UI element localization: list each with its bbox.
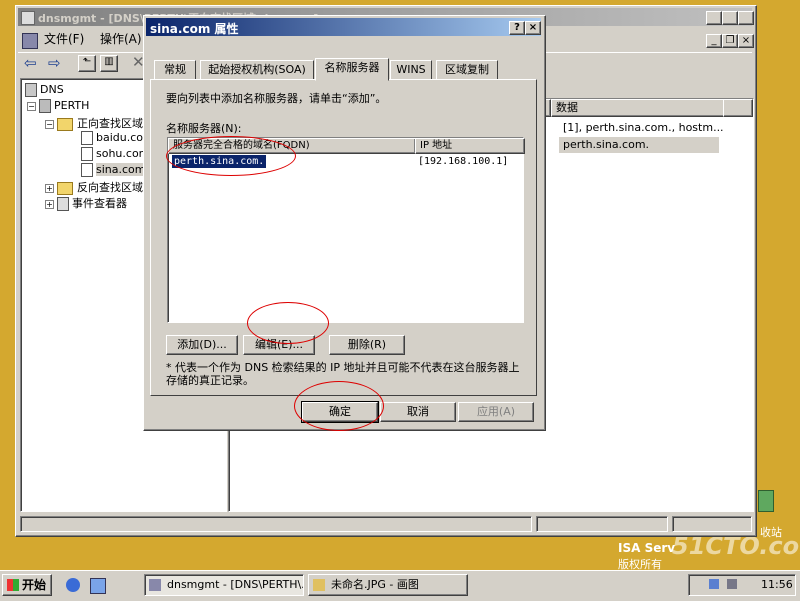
list-row[interactable]: [1], perth.sina.com., hostm... <box>563 121 724 134</box>
tab-wins[interactable]: WINS <box>390 60 432 80</box>
volume-tray-icon[interactable] <box>727 579 737 589</box>
column-header-data[interactable]: 数据 <box>551 99 725 117</box>
isa-server-text: ISA Serv <box>618 541 676 555</box>
windows-logo-icon <box>7 579 19 591</box>
child-minimize-icon[interactable]: _ <box>706 34 722 48</box>
tab-name-servers[interactable]: 名称服务器 <box>315 58 389 81</box>
apply-button[interactable]: 应用(A) <box>458 402 534 422</box>
instruction-text: 要向列表中添加名称服务器，请单击“添加”。 <box>166 92 387 105</box>
tree-item-forward-zones[interactable]: − 正向查找区域 <box>45 115 143 131</box>
folder-icon <box>57 117 73 131</box>
status-panel <box>672 516 752 532</box>
tree-item-sina[interactable]: sina.com <box>81 163 146 177</box>
tab-zone-transfers[interactable]: 区域复制 <box>436 60 498 80</box>
start-label: 开始 <box>22 578 47 592</box>
annotation-circle-fqdn <box>166 136 296 176</box>
child-close-icon[interactable]: × <box>738 34 754 48</box>
paint-task-icon <box>313 579 325 591</box>
column-header-ip[interactable]: IP 地址 <box>415 138 525 154</box>
quicklaunch-explorer-icon[interactable] <box>90 578 106 594</box>
help-icon[interactable]: ? <box>509 21 525 35</box>
status-bar <box>20 516 752 532</box>
list-row[interactable]: perth.sina.com. <box>559 137 719 153</box>
tab-soa[interactable]: 起始授权机构(SOA) <box>200 60 314 80</box>
cancel-button[interactable]: 取消 <box>380 402 456 422</box>
task-label: 未命名.JPG - 画图 <box>331 578 419 591</box>
show-hide-tree-icon[interactable]: ▥ <box>100 55 118 72</box>
recycle-bin-icon[interactable] <box>758 490 774 512</box>
properties-dialog: sina.com 属性 ? × 常规 起始授权机构(SOA) 名称服务器 WIN… <box>143 15 546 431</box>
console-icon[interactable] <box>22 33 38 49</box>
network-tray-icon[interactable] <box>709 579 719 589</box>
menu-file[interactable]: 文件(F) <box>44 30 84 48</box>
tab-general[interactable]: 常规 <box>154 60 196 80</box>
taskbar: 开始 dnsmgmt - [DNS\PERTH\... 未命名.JPG - 画图… <box>0 570 800 601</box>
task-dnsmgmt[interactable]: dnsmgmt - [DNS\PERTH\... <box>144 574 304 596</box>
zone-icon <box>81 131 93 145</box>
task-label: dnsmgmt - [DNS\PERTH\... <box>167 578 304 591</box>
remove-button[interactable]: 删除(R) <box>329 335 405 355</box>
up-level-icon[interactable]: ⬑ <box>78 55 96 72</box>
column-header-extra[interactable] <box>723 99 753 117</box>
quicklaunch-ie-icon[interactable] <box>66 578 80 592</box>
tree-item-sohu[interactable]: sohu.com <box>81 147 149 161</box>
expand-icon[interactable]: + <box>45 199 54 209</box>
tree-item-event-viewer[interactable]: + 事件查看器 <box>45 195 127 211</box>
child-restore-icon[interactable]: ❐ <box>722 34 738 48</box>
tab-panel: 要向列表中添加名称服务器，请单击“添加”。 名称服务器(N): 服务器完全合格的… <box>150 79 537 396</box>
task-paint[interactable]: 未命名.JPG - 画图 <box>308 574 468 596</box>
back-arrow-icon[interactable]: ⇦ <box>24 54 37 72</box>
folder-icon <box>57 181 73 195</box>
expand-icon[interactable]: + <box>45 183 54 193</box>
name-servers-label: 名称服务器(N): <box>166 122 242 135</box>
system-tray: 11:56 <box>688 574 796 596</box>
add-button[interactable]: 添加(D)... <box>166 335 238 355</box>
dialog-title: sina.com 属性 <box>150 22 239 36</box>
menu-action[interactable]: 操作(A) <box>100 30 142 48</box>
tree-item-dns[interactable]: DNS <box>25 83 64 97</box>
recycle-bin-label[interactable]: 收站 <box>760 524 782 540</box>
collapse-icon[interactable]: − <box>27 101 36 111</box>
zone-icon <box>81 147 93 161</box>
zone-icon <box>81 163 93 177</box>
annotation-circle-edit <box>247 302 329 344</box>
status-panel <box>536 516 668 532</box>
mmc-app-icon <box>21 11 35 25</box>
collapse-icon[interactable]: − <box>45 119 54 129</box>
event-viewer-icon <box>57 197 69 211</box>
server-icon <box>39 99 51 113</box>
dialog-close-icon[interactable]: × <box>525 21 541 35</box>
tree-item-reverse-zones[interactable]: + 反向查找区域 <box>45 179 143 195</box>
minimize-icon[interactable]: _ <box>706 11 722 25</box>
annotation-circle-ok <box>294 381 384 431</box>
clock[interactable]: 11:56 <box>761 578 793 591</box>
maximize-icon[interactable]: □ <box>722 11 738 25</box>
close-icon[interactable]: × <box>738 11 754 25</box>
tree-item-perth[interactable]: − PERTH <box>27 99 89 113</box>
forward-arrow-icon[interactable]: ⇨ <box>48 54 61 72</box>
dns-icon <box>25 83 37 97</box>
mmc-task-icon <box>149 579 161 591</box>
dialog-title-bar: sina.com 属性 ? × <box>146 18 541 36</box>
status-panel <box>20 516 532 532</box>
server-row-ip[interactable]: [192.168.100.1] <box>418 155 508 168</box>
start-button[interactable]: 开始 <box>2 574 52 596</box>
